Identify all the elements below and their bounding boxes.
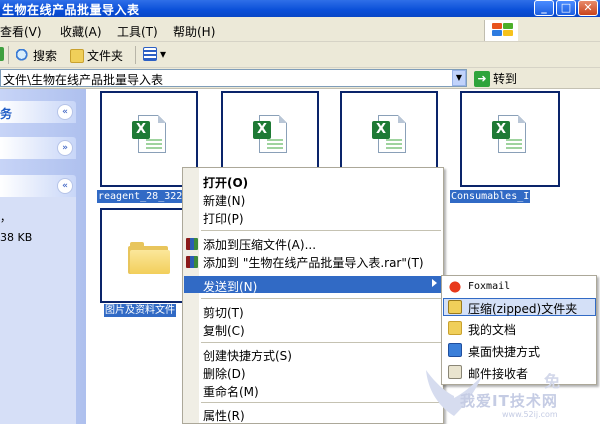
- menu-separator: [201, 402, 441, 403]
- address-input[interactable]: 文件\生物在线产品批量导入表: [0, 69, 467, 87]
- menu-item-new[interactable]: 新建(N): [203, 192, 245, 209]
- menu-tools[interactable]: 工具(T): [117, 23, 158, 40]
- menu-separator: [201, 298, 441, 299]
- toolbar-separator: [135, 46, 136, 64]
- task-pane: 务 « » « ， 38 KB: [0, 89, 86, 424]
- watermark-url: www.52ij.com: [502, 410, 558, 419]
- winrar-icon: [186, 256, 198, 268]
- watermark-site: 我爱IT技术网: [460, 392, 558, 410]
- send-to-foxmail[interactable]: Foxmail: [468, 281, 510, 292]
- address-bar: 文件\生物在线产品批量导入表 ▼ ➜ 转到: [0, 68, 600, 89]
- excel-icon: X: [372, 115, 406, 155]
- menu-item-rename[interactable]: 重命名(M): [203, 383, 259, 400]
- search-button[interactable]: 搜索: [16, 47, 57, 64]
- details-size: 38 KB: [0, 231, 33, 244]
- menu-help[interactable]: 帮助(H): [173, 23, 215, 40]
- menu-item-open[interactable]: 打开(O): [203, 174, 248, 191]
- folders-button[interactable]: 文件夹: [70, 47, 123, 64]
- foxmail-icon: [448, 280, 462, 294]
- menu-item-cut[interactable]: 剪切(T): [203, 304, 244, 321]
- desktop-icon: [448, 343, 462, 357]
- search-icon: [16, 48, 30, 63]
- submenu-arrow-icon: [432, 279, 437, 287]
- folder-icon: [70, 48, 84, 63]
- go-label: 转到: [493, 72, 518, 86]
- address-dropdown-button[interactable]: ▼: [452, 70, 466, 86]
- menu-item-print[interactable]: 打印(P): [203, 210, 244, 227]
- excel-icon: X: [253, 115, 287, 155]
- views-dropdown-arrow: ▾: [160, 47, 167, 61]
- toolbar-separator: [8, 46, 9, 64]
- menu-favorites[interactable]: 收藏(A): [60, 23, 102, 40]
- send-to-zipped-folder[interactable]: 压缩(zipped)文件夹: [468, 300, 577, 317]
- views-icon: [143, 47, 157, 61]
- search-label: 搜索: [33, 49, 58, 63]
- menu-item-add-to-rar[interactable]: 添加到 "生物在线产品批量导入表.rar"(T): [203, 254, 424, 271]
- toolbar: 搜索 文件夹 ▾: [0, 42, 600, 68]
- menu-item-delete[interactable]: 删除(D): [203, 365, 246, 382]
- windows-logo: [484, 20, 518, 41]
- send-to-my-documents[interactable]: 我的文档: [468, 321, 516, 338]
- menu-item-send-to[interactable]: 发送到(N): [203, 278, 257, 295]
- menu-item-add-archive[interactable]: 添加到压缩文件(A)...: [203, 236, 316, 253]
- expand-chevron-icon[interactable]: »: [57, 140, 73, 156]
- file-label-reagent[interactable]: reagent_28_322: [97, 190, 184, 203]
- file-label-consumables[interactable]: Consumables_I: [450, 190, 531, 203]
- collapse-chevron-icon[interactable]: «: [57, 178, 73, 194]
- menu-item-create-shortcut[interactable]: 创建快捷方式(S): [203, 347, 292, 364]
- send-to-desktop-shortcut[interactable]: 桌面快捷方式: [468, 343, 540, 360]
- window-title: 生物在线产品批量导入表: [2, 3, 140, 17]
- task-section-title: 务: [0, 107, 13, 121]
- details-line: ，: [0, 211, 11, 224]
- excel-icon: X: [132, 115, 166, 155]
- minimize-button[interactable]: _: [534, 0, 554, 16]
- collapse-chevron-icon[interactable]: «: [57, 104, 73, 120]
- menu-item-properties[interactable]: 属性(R): [203, 407, 245, 424]
- task-section-header[interactable]: 务 «: [0, 101, 76, 123]
- file-label-folder[interactable]: 图片及资料文件: [104, 304, 176, 317]
- views-button[interactable]: ▾: [143, 47, 166, 61]
- file-icon-consumables[interactable]: X: [460, 91, 560, 187]
- go-arrow-icon: ➜: [474, 70, 490, 87]
- green-arrow-icon: [0, 47, 4, 61]
- menu-separator: [201, 230, 441, 231]
- menu-view[interactable]: 查看(V): [0, 23, 42, 40]
- maximize-button[interactable]: □: [556, 0, 576, 16]
- up-folder-button[interactable]: [0, 47, 4, 61]
- details-body: ， 38 KB: [0, 197, 76, 424]
- excel-icon: X: [492, 115, 526, 155]
- watermark: 免 我爱IT技术网 www.52ij.com: [420, 366, 600, 424]
- my-documents-icon: [448, 321, 462, 335]
- watermark-char: 免: [544, 372, 561, 391]
- menu-icon-strip: [183, 168, 199, 423]
- folder-icon: [128, 240, 170, 274]
- title-bar: 生物在线产品批量导入表 _ □ ✕: [0, 0, 600, 17]
- menu-item-copy[interactable]: 复制(C): [203, 322, 245, 339]
- windows-flag-icon: [492, 23, 514, 37]
- winrar-icon: [186, 238, 198, 250]
- folders-label: 文件夹: [87, 49, 124, 63]
- details-header[interactable]: «: [0, 175, 76, 197]
- context-menu: 打开(O) 新建(N) 打印(P) 添加到压缩文件(A)... 添加到 "生物在…: [182, 167, 444, 424]
- menu-bar: 查看(V) 收藏(A) 工具(T) 帮助(H): [0, 17, 600, 42]
- close-button[interactable]: ✕: [578, 0, 598, 16]
- other-places-header[interactable]: »: [0, 137, 76, 159]
- zip-folder-icon: [448, 300, 462, 314]
- menu-separator: [201, 342, 441, 343]
- go-button[interactable]: ➜ 转到: [474, 70, 517, 87]
